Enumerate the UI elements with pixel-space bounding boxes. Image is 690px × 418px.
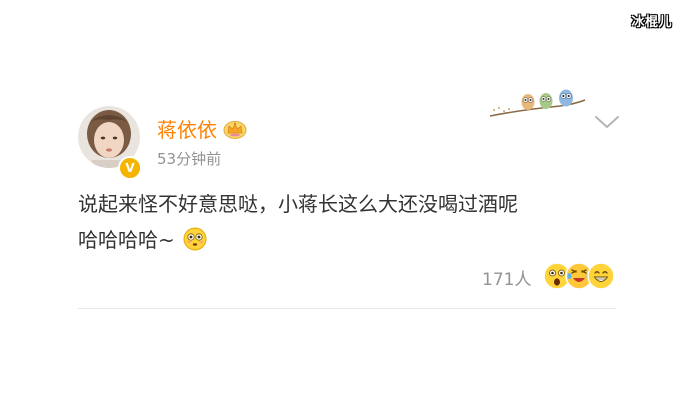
avatar[interactable]: V — [78, 106, 142, 180]
grinning-face-icon — [587, 262, 616, 290]
crown-icon — [223, 120, 247, 139]
author-name[interactable]: 蒋依依 — [157, 114, 217, 143]
watermark: 冰棍儿 — [631, 15, 672, 30]
post-timestamp: 53分钟前 — [157, 150, 222, 168]
likes-row[interactable]: 171人 — [482, 262, 616, 292]
post-content: 说起来怪不好意思哒，小蒋长这么大还没喝过酒呢 哈哈哈哈~ — [78, 186, 623, 258]
post-content-line-1: 说起来怪不好意思哒，小蒋长这么大还没喝过酒呢 — [78, 192, 518, 216]
post-content-line-2: 哈哈哈哈~ — [78, 222, 623, 258]
owls-decoration — [489, 89, 586, 117]
chevron-down-icon[interactable] — [594, 114, 620, 130]
post-divider — [78, 308, 616, 309]
verified-badge-icon: V — [118, 156, 142, 180]
flushed-face-emoji — [183, 227, 207, 251]
reaction-icons[interactable] — [543, 262, 616, 292]
post-content-line-2-text: 哈哈哈哈~ — [78, 228, 175, 252]
like-count[interactable]: 171人 — [482, 265, 531, 290]
author-name-row[interactable]: 蒋依依 — [157, 114, 247, 143]
